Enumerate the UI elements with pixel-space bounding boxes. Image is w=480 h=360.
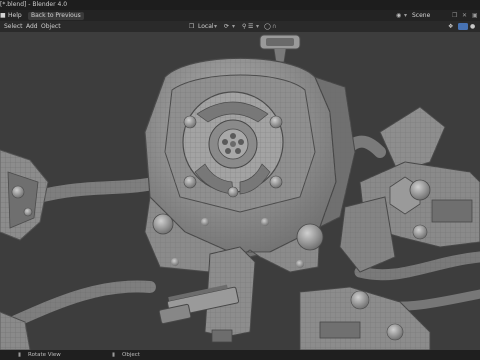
pivot-point-icon[interactable]: ⟳ xyxy=(224,23,229,30)
shading-icon[interactable]: ● xyxy=(470,23,475,30)
menu-object[interactable]: Object xyxy=(41,23,61,30)
transform-orientation-dropdown[interactable]: Local xyxy=(198,23,214,30)
snap-icon[interactable]: ⚲ xyxy=(242,23,246,30)
3d-viewport[interactable] xyxy=(0,32,480,350)
status-rotate-view: Rotate View xyxy=(28,352,61,358)
overlay-toggle-icon[interactable] xyxy=(458,23,468,30)
view-layer-icon[interactable]: ▣ xyxy=(472,10,478,21)
back-to-previous-button[interactable]: Back to Previous xyxy=(28,11,84,20)
scene-name[interactable]: Scene xyxy=(412,10,430,21)
delete-scene-icon[interactable]: ✕ xyxy=(462,10,467,21)
menu-add[interactable]: Add xyxy=(26,23,38,30)
transform-orientation-icon: ❒ xyxy=(189,23,195,30)
mouse-middle-icon: ▮ xyxy=(18,352,22,358)
menu-help[interactable]: Help xyxy=(8,10,22,21)
copy-scene-icon[interactable]: ❐ xyxy=(452,10,457,21)
top-menu-bar: ■ Help Back to Previous ◉ ▾ Scene ❐ ✕ ▣ xyxy=(0,10,480,21)
right-claw-arm xyxy=(339,106,480,273)
snap-chevron-icon: ▾ xyxy=(256,23,260,30)
status-object: Object xyxy=(122,352,140,358)
mouse-right-icon: ▮ xyxy=(112,352,116,358)
pivot-chevron-icon: ▾ xyxy=(232,23,236,30)
scene-icon: ◉ xyxy=(396,12,402,19)
blender-menu-icon[interactable]: ■ xyxy=(0,10,6,21)
bottom-right-leg xyxy=(299,286,431,350)
viewport-header: Select Add Object ❒ Local ▾ ⟳ ▾ ⚲ ☰ ▾ ◯ … xyxy=(0,21,480,32)
snap-target-icon[interactable]: ☰ xyxy=(248,23,253,30)
top-handle xyxy=(259,34,301,63)
proportional-edit-icon[interactable]: ◯ xyxy=(264,23,271,30)
left-claw-arm xyxy=(0,149,49,241)
chevron-down-icon: ▾ xyxy=(214,23,218,30)
scene-browse-icon[interactable]: ▾ xyxy=(404,10,407,21)
menu-select[interactable]: Select xyxy=(4,23,23,30)
falloff-icon[interactable]: ∩ xyxy=(272,23,276,30)
window-title: [*.blend] - Blender 4.0 xyxy=(0,1,68,8)
robot-mesh-render xyxy=(0,34,480,350)
window-titlebar: [*.blend] - Blender 4.0 xyxy=(0,0,480,10)
gizmo-icon[interactable]: ❖ xyxy=(448,23,453,30)
status-bar: ▮ Rotate View ▮ Object xyxy=(0,350,480,360)
